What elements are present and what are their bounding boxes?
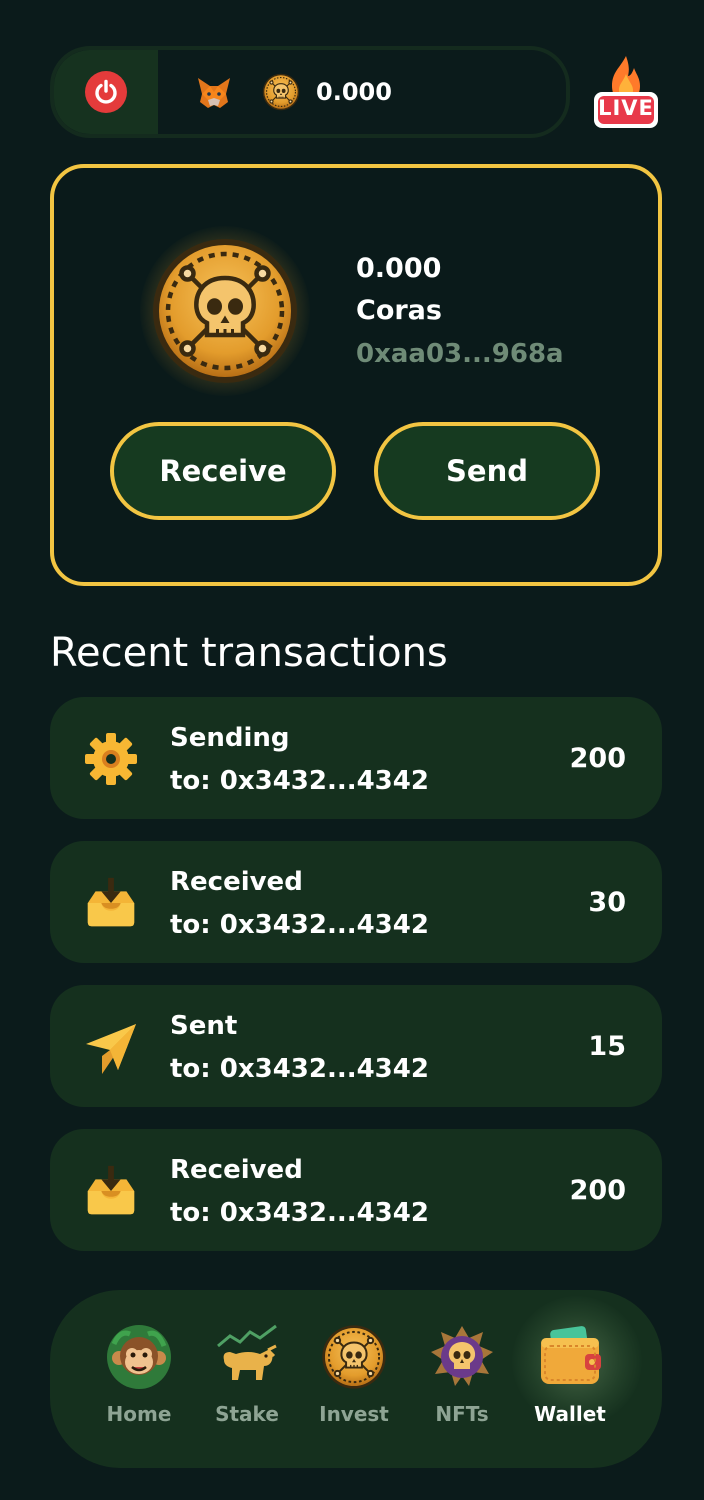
gear-icon — [82, 730, 140, 788]
paper-plane-icon — [82, 1018, 140, 1076]
token-card: 0.000 Coras 0xaa03...968a Receive Send — [50, 164, 662, 586]
live-button[interactable]: LIVE — [590, 52, 662, 132]
nav-label: Invest — [319, 1402, 389, 1426]
nav-item-nfts[interactable]: NFTs — [412, 1324, 512, 1426]
transaction-recipient: to: 0x3432...4342 — [170, 766, 429, 796]
nav-label: Stake — [215, 1402, 279, 1426]
live-label: LIVE — [598, 96, 654, 120]
wallet-icon — [541, 1326, 601, 1384]
nav-label: NFTs — [435, 1402, 489, 1426]
token-info: 0.000 Coras 0xaa03...968a — [356, 248, 564, 376]
wallet-address[interactable]: 0xaa03...968a — [356, 332, 564, 376]
transaction-recipient: to: 0x3432...4342 — [170, 910, 429, 940]
token-name: Coras — [356, 295, 442, 326]
power-icon — [85, 71, 127, 113]
nav-item-invest[interactable]: Invest — [304, 1324, 404, 1426]
recent-transactions-title: Recent transactions — [50, 630, 448, 676]
transaction-amount: 200 — [569, 742, 626, 774]
inbox-icon — [82, 874, 140, 932]
send-button[interactable]: Send — [374, 422, 600, 520]
receive-button[interactable]: Receive — [110, 422, 336, 520]
transaction-status: Sending — [170, 723, 290, 753]
nav-item-wallet[interactable]: Wallet — [520, 1324, 620, 1426]
transaction-item[interactable]: Sent to: 0x3432...4342 15 — [50, 985, 662, 1107]
inbox-icon — [82, 1162, 140, 1220]
transaction-item[interactable]: Received to: 0x3432...4342 30 — [50, 841, 662, 963]
top-bar: 0.000 — [50, 46, 570, 138]
logout-button[interactable] — [54, 50, 158, 134]
nav-label: Wallet — [534, 1402, 606, 1426]
skull-coin-icon — [321, 1324, 387, 1390]
metamask-fox-icon[interactable] — [194, 72, 234, 112]
bull-chart-icon — [217, 1324, 277, 1380]
nav-item-stake[interactable]: Stake — [197, 1324, 297, 1426]
transaction-status: Received — [170, 1155, 303, 1185]
skull-coin-icon — [262, 73, 300, 111]
transaction-status: Received — [170, 867, 303, 897]
transaction-recipient: to: 0x3432...4342 — [170, 1198, 429, 1228]
transaction-status: Sent — [170, 1011, 238, 1041]
token-amount: 0.000 — [356, 253, 442, 284]
skull-coin-large-icon — [150, 236, 300, 386]
transaction-recipient: to: 0x3432...4342 — [170, 1054, 429, 1084]
wallet-balance-group: 0.000 — [194, 50, 392, 134]
header-balance: 0.000 — [316, 78, 392, 106]
monkey-icon — [107, 1325, 171, 1389]
live-fire-icon — [594, 56, 658, 128]
nav-label: Home — [106, 1402, 172, 1426]
transaction-amount: 15 — [588, 1030, 626, 1062]
transaction-amount: 200 — [569, 1174, 626, 1206]
bottom-navigation: Home Stake Invest NFTs Wallet — [50, 1290, 662, 1468]
transaction-amount: 30 — [588, 886, 626, 918]
transaction-list: Sending to: 0x3432...4342 200 Received t… — [50, 697, 662, 1273]
transaction-item[interactable]: Sending to: 0x3432...4342 200 — [50, 697, 662, 819]
skull-badge-icon — [431, 1326, 493, 1386]
nav-item-home[interactable]: Home — [89, 1324, 189, 1426]
transaction-item[interactable]: Received to: 0x3432...4342 200 — [50, 1129, 662, 1251]
